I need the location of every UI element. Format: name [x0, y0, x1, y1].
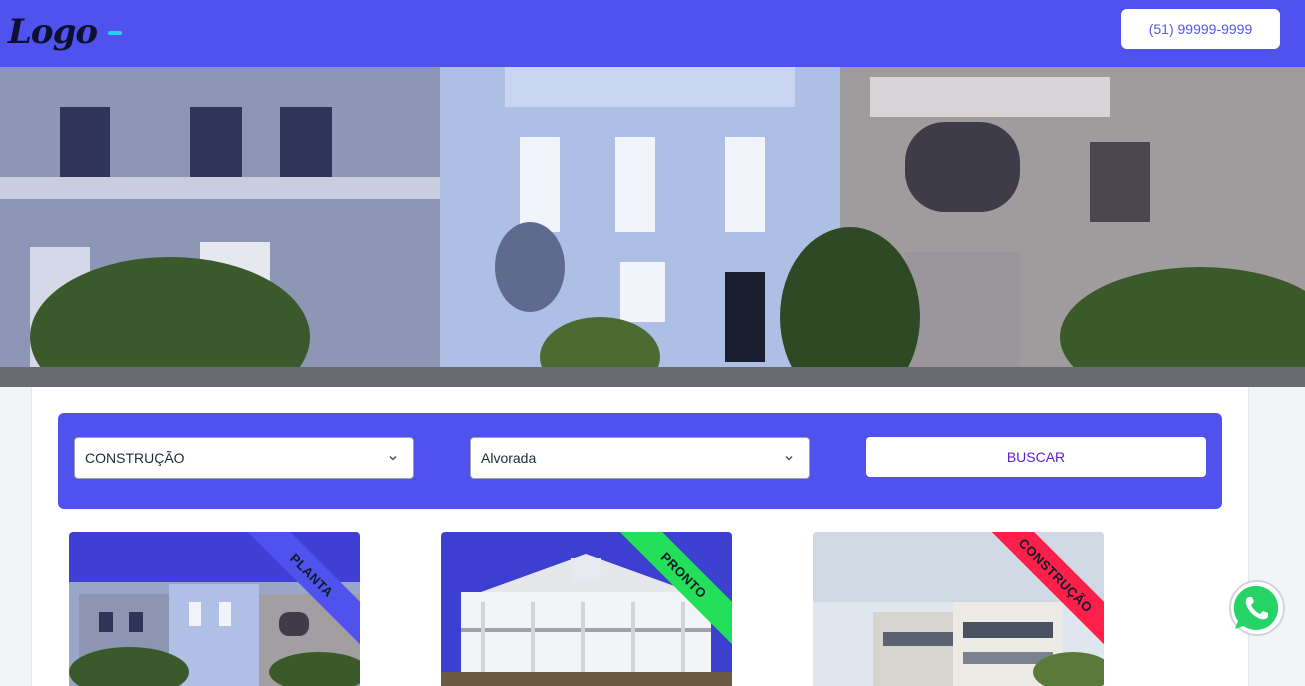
chevron-down-icon — [785, 455, 793, 461]
logo-text: Logo — [8, 12, 98, 52]
chevron-down-icon — [389, 455, 397, 461]
status-select[interactable]: CONSTRUÇÃO — [74, 437, 414, 479]
property-photo — [69, 532, 360, 686]
whatsapp-icon — [1229, 580, 1285, 636]
whatsapp-button[interactable] — [1227, 578, 1287, 638]
logo-accent — [108, 31, 122, 35]
search-button[interactable]: BUSCAR — [866, 437, 1206, 477]
city-select[interactable]: Alvorada — [470, 437, 810, 479]
header-bar: Logo (51) 99999-9999 — [0, 0, 1305, 67]
property-card[interactable]: CONSTRUÇÃO — [813, 532, 1104, 686]
property-photo — [441, 532, 732, 686]
logo[interactable]: Logo — [8, 10, 122, 54]
phone-button[interactable]: (51) 99999-9999 — [1121, 9, 1280, 49]
hero-image — [0, 67, 1305, 387]
status-select-value: CONSTRUÇÃO — [85, 450, 185, 466]
property-photo — [813, 532, 1104, 686]
property-card[interactable]: PRONTO — [441, 532, 732, 686]
property-card[interactable]: PLANTA — [69, 532, 360, 686]
city-select-value: Alvorada — [481, 450, 537, 466]
